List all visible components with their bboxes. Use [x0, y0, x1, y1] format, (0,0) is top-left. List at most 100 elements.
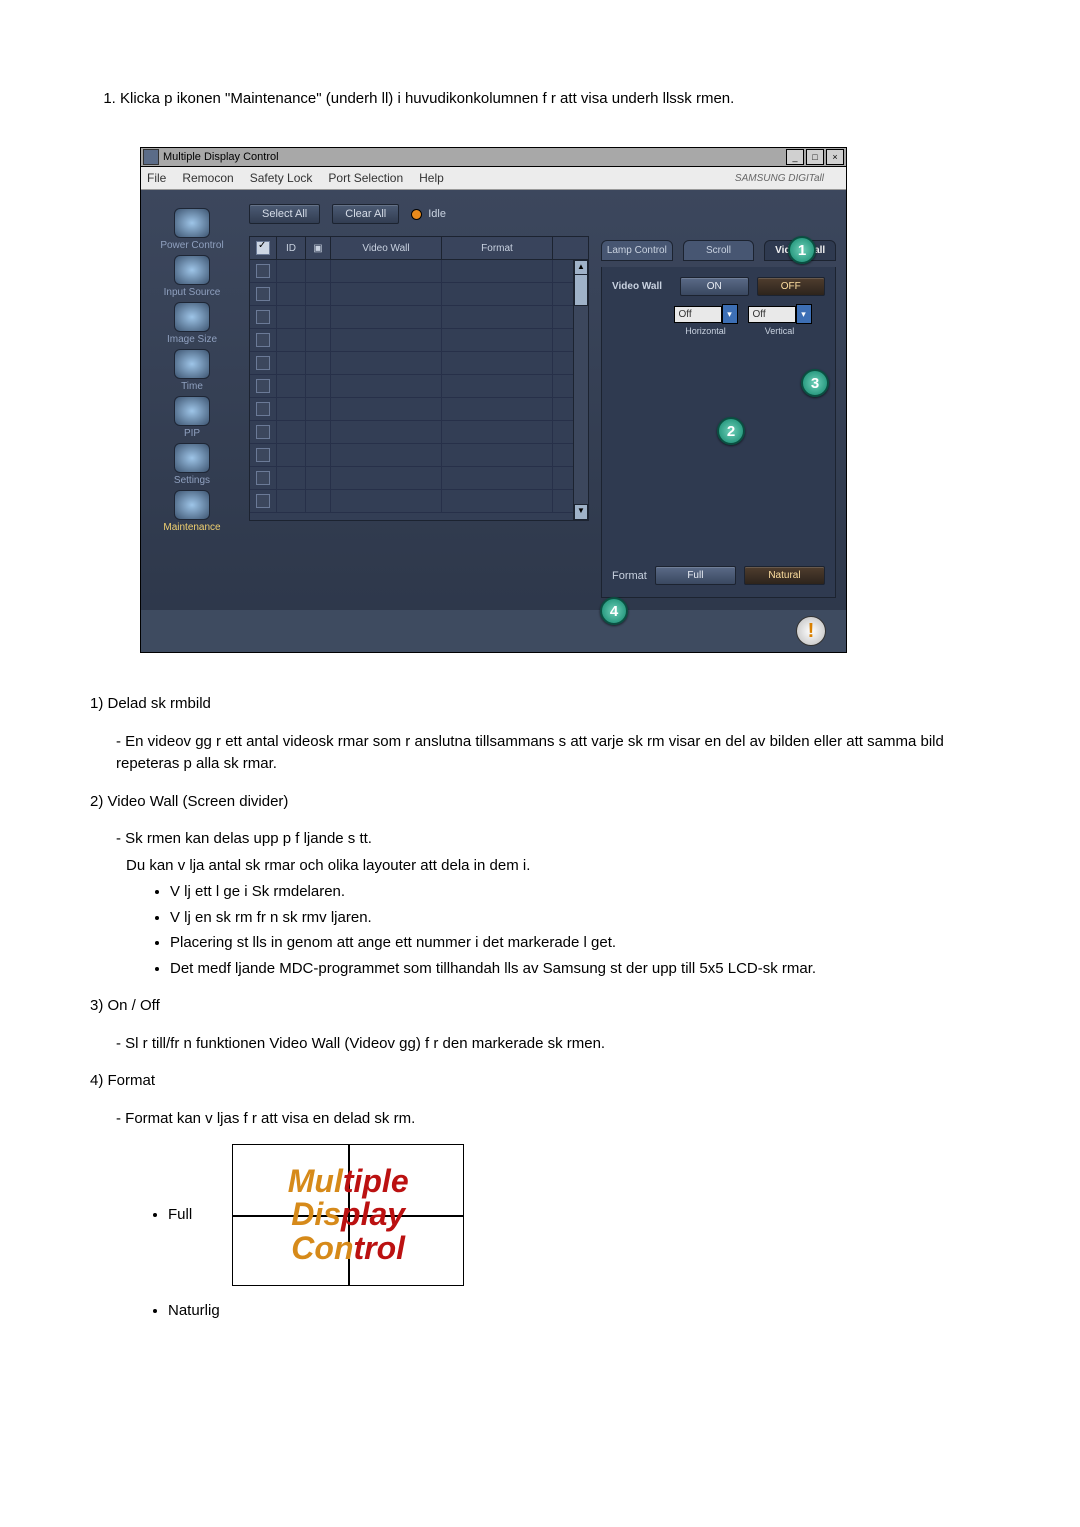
vertical-label: Vertical [748, 326, 812, 336]
warning-icon: ! [796, 616, 826, 646]
select-all-button[interactable]: Select All [249, 204, 320, 224]
horizontal-select[interactable]: Off ▾ [674, 304, 738, 324]
callout-1: 1 [788, 236, 816, 264]
sidebar-item-pip[interactable]: PIP [146, 396, 238, 439]
bullet: Det medf ljande MDC-programmet som tillh… [170, 958, 990, 981]
sidebar-item-power[interactable]: Power Control [146, 208, 238, 251]
menu-safety-lock[interactable]: Safety Lock [250, 171, 313, 185]
brand-label: SAMSUNG DIGITall [735, 173, 824, 184]
status-dot-icon [411, 209, 422, 220]
scrollbar[interactable]: ▲ ▼ [573, 260, 588, 520]
format-natural-label: Naturlig [168, 1300, 990, 1323]
callout-4: 4 [600, 597, 628, 625]
col-info[interactable]: ▣ [306, 237, 331, 259]
desc-4-text: - Format kan v ljas f r att visa en dela… [116, 1108, 990, 1131]
split-diagram: MultipleDisplayControl [232, 1144, 464, 1286]
table-row[interactable] [250, 329, 588, 352]
sidebar-item-label: PIP [146, 428, 238, 439]
sidebar-item-settings[interactable]: Settings [146, 443, 238, 486]
table-row[interactable] [250, 490, 588, 513]
desc-2-line2: Du kan v lja antal sk rmar och olika lay… [126, 855, 990, 878]
tab-scroll[interactable]: Scroll [683, 240, 755, 261]
table-row[interactable] [250, 283, 588, 306]
video-wall-label: Video Wall [612, 281, 672, 292]
sidebar-item-image[interactable]: Image Size [146, 302, 238, 345]
sidebar-item-maintenance[interactable]: Maintenance [146, 490, 238, 533]
close-button[interactable]: × [826, 149, 844, 165]
format-natural-button[interactable]: Natural [744, 566, 825, 585]
window-title: Multiple Display Control [163, 151, 784, 163]
tab-lamp-control[interactable]: Lamp Control [601, 240, 673, 261]
chevron-down-icon[interactable]: ▾ [796, 304, 812, 324]
table-row[interactable] [250, 260, 588, 283]
mdc-sample-text: MultipleDisplayControl [288, 1165, 409, 1266]
video-wall-on-button[interactable]: ON [680, 277, 749, 296]
chevron-down-icon[interactable]: ▾ [722, 304, 738, 324]
info-icon: ▣ [313, 243, 322, 254]
bullet: V lj ett l ge i Sk rmdelaren. [170, 881, 990, 904]
desc-3-text: - Sl r till/fr n funktionen Video Wall (… [116, 1033, 990, 1056]
menu-help[interactable]: Help [419, 171, 444, 185]
app-window: Multiple Display Control _ □ × File Remo… [140, 147, 847, 653]
menu-remocon[interactable]: Remocon [182, 171, 233, 185]
table-row[interactable] [250, 444, 588, 467]
bullet: V lj en sk rm fr n sk rmv ljaren. [170, 907, 990, 930]
col-id[interactable]: ID [277, 237, 306, 259]
desc-1-heading: 1) Delad sk rmbild [90, 693, 990, 716]
checkbox-icon[interactable] [256, 241, 270, 255]
col-video-wall[interactable]: Video Wall [331, 237, 442, 259]
tab-panel-video-wall: Video Wall ON OFF 3 Off ▾ [601, 267, 836, 598]
display-grid: ID ▣ Video Wall Format ▲ ▼ [249, 236, 589, 521]
col-check[interactable] [250, 237, 277, 259]
scroll-thumb[interactable] [574, 274, 588, 306]
titlebar: Multiple Display Control _ □ × [141, 148, 846, 167]
menu-port-selection[interactable]: Port Selection [328, 171, 403, 185]
format-full-button[interactable]: Full [655, 566, 736, 585]
idle-indicator: Idle [411, 208, 446, 220]
grid-body: ▲ ▼ [250, 260, 588, 520]
clear-all-button[interactable]: Clear All [332, 204, 399, 224]
table-row[interactable] [250, 375, 588, 398]
intro-list: Klicka p ikonen "Maintenance" (underh ll… [90, 90, 990, 107]
format-full-figure: Full MultipleDisplayControl [150, 1144, 990, 1286]
desc-2-line1: - Sk rmen kan delas upp p f ljande s tt. [116, 828, 990, 851]
sidebar-item-time[interactable]: Time [146, 349, 238, 392]
callout-2: 2 [717, 417, 745, 445]
minimize-button[interactable]: _ [786, 149, 804, 165]
description-text: 1) Delad sk rmbild - En videov gg r ett … [90, 693, 990, 1323]
desc-3-heading: 3) On / Off [90, 995, 990, 1018]
maximize-button[interactable]: □ [806, 149, 824, 165]
sidebar-item-label: Settings [146, 475, 238, 486]
bullet: Placering st lls in genom att ange ett n… [170, 932, 990, 955]
app-window-figure: Multiple Display Control _ □ × File Remo… [140, 147, 990, 653]
callout-3: 3 [801, 369, 829, 397]
sidebar-item-label: Time [146, 381, 238, 392]
scroll-down-icon[interactable]: ▼ [574, 504, 588, 520]
table-row[interactable] [250, 467, 588, 490]
desc-4-heading: 4) Format [90, 1070, 990, 1093]
col-format[interactable]: Format [442, 237, 553, 259]
desc-2-heading: 2) Video Wall (Screen divider) [90, 791, 990, 814]
table-row[interactable] [250, 398, 588, 421]
table-row[interactable] [250, 352, 588, 375]
vertical-select[interactable]: Off ▾ [748, 304, 812, 324]
sidebar-item-input[interactable]: Input Source [146, 255, 238, 298]
format-label: Format [612, 570, 647, 582]
sidebar-item-label: Maintenance [146, 522, 238, 533]
app-icon [143, 149, 159, 165]
sidebar-item-label: Input Source [146, 287, 238, 298]
table-row[interactable] [250, 306, 588, 329]
desc-1-text: - En videov gg r ett antal videosk rmar … [116, 731, 990, 776]
video-wall-off-button[interactable]: OFF [757, 277, 826, 296]
sidebar-item-label: Image Size [146, 334, 238, 345]
menu-file[interactable]: File [147, 171, 166, 185]
format-full-label: Full [168, 1204, 192, 1227]
sidebar: Power Control Input Source Image Size Ti… [141, 190, 243, 610]
menu-bar: File Remocon Safety Lock Port Selection … [141, 167, 846, 190]
status-bar: ! [141, 610, 846, 652]
desc-2-bullets: V lj ett l ge i Sk rmdelaren. V lj en sk… [152, 881, 990, 980]
right-panel: 1 Lamp Control Scroll Video Wall Video W… [595, 190, 846, 610]
table-row[interactable] [250, 421, 588, 444]
horizontal-label: Horizontal [674, 326, 738, 336]
intro-item-1: Klicka p ikonen "Maintenance" (underh ll… [120, 90, 990, 107]
